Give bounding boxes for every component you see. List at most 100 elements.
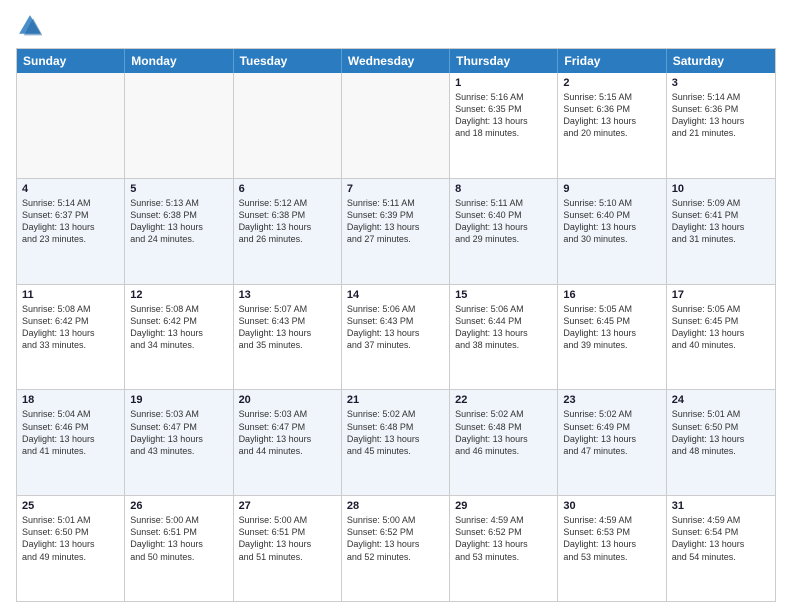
day-number: 26 xyxy=(130,500,227,512)
day-cell-20: 20 Sunrise: 5:03 AM Sunset: 6:47 PM Dayli… xyxy=(234,390,342,495)
cell-info: Sunrise: 5:02 AM Sunset: 6:48 PM Dayligh… xyxy=(455,408,552,457)
cell-info: Sunrise: 5:04 AM Sunset: 6:46 PM Dayligh… xyxy=(22,408,119,457)
calendar-row-2: 4Sunrise: 5:14 AM Sunset: 6:37 PM Daylig… xyxy=(17,179,775,285)
day-number: 3 xyxy=(672,77,770,89)
day-cell-1: 1 Sunrise: 5:16 AM Sunset: 6:35 PM Daylig… xyxy=(450,73,558,178)
cell-info: Sunrise: 5:11 AM Sunset: 6:40 PM Dayligh… xyxy=(455,197,552,246)
cell-info: Sunrise: 5:00 AM Sunset: 6:51 PM Dayligh… xyxy=(130,514,227,563)
empty-cell xyxy=(342,73,450,178)
day-cell-5: 5 Sunrise: 5:13 AM Sunset: 6:38 PM Daylig… xyxy=(125,179,233,284)
day-cell-29: 29 Sunrise: 4:59 AM Sunset: 6:52 PM Dayli… xyxy=(450,496,558,601)
cell-info: Sunrise: 5:03 AM Sunset: 6:47 PM Dayligh… xyxy=(130,408,227,457)
day-header-sunday: Sunday xyxy=(17,49,125,73)
cell-info: Sunrise: 5:02 AM Sunset: 6:48 PM Dayligh… xyxy=(347,408,444,457)
cell-info: Sunrise: 5:05 AM Sunset: 6:45 PM Dayligh… xyxy=(672,303,770,352)
day-number: 20 xyxy=(239,394,336,406)
day-cell-4: 4Sunrise: 5:14 AM Sunset: 6:37 PM Daylig… xyxy=(17,179,125,284)
day-number: 5 xyxy=(130,183,227,195)
day-cell-9: 9 Sunrise: 5:10 AM Sunset: 6:40 PM Daylig… xyxy=(558,179,666,284)
day-number: 7 xyxy=(347,183,444,195)
cell-info: Sunrise: 5:06 AM Sunset: 6:43 PM Dayligh… xyxy=(347,303,444,352)
day-number: 13 xyxy=(239,289,336,301)
cell-info: Sunrise: 5:06 AM Sunset: 6:44 PM Dayligh… xyxy=(455,303,552,352)
day-cell-6: 6Sunrise: 5:12 AM Sunset: 6:38 PM Daylig… xyxy=(234,179,342,284)
day-cell-11: 11 Sunrise: 5:08 AM Sunset: 6:42 PM Dayli… xyxy=(17,285,125,390)
day-number: 17 xyxy=(672,289,770,301)
cell-info: Sunrise: 4:59 AM Sunset: 6:54 PM Dayligh… xyxy=(672,514,770,563)
day-cell-26: 26 Sunrise: 5:00 AM Sunset: 6:51 PM Dayli… xyxy=(125,496,233,601)
day-header-wednesday: Wednesday xyxy=(342,49,450,73)
day-cell-3: 3 Sunrise: 5:14 AM Sunset: 6:36 PM Daylig… xyxy=(667,73,775,178)
cell-info: Sunrise: 5:15 AM Sunset: 6:36 PM Dayligh… xyxy=(563,91,660,140)
day-cell-22: 22 Sunrise: 5:02 AM Sunset: 6:48 PM Dayli… xyxy=(450,390,558,495)
day-cell-19: 19 Sunrise: 5:03 AM Sunset: 6:47 PM Dayli… xyxy=(125,390,233,495)
day-cell-23: 23Sunrise: 5:02 AM Sunset: 6:49 PM Dayli… xyxy=(558,390,666,495)
cell-info: Sunrise: 4:59 AM Sunset: 6:52 PM Dayligh… xyxy=(455,514,552,563)
day-cell-24: 24 Sunrise: 5:01 AM Sunset: 6:50 PM Dayli… xyxy=(667,390,775,495)
day-number: 14 xyxy=(347,289,444,301)
cell-info: Sunrise: 5:14 AM Sunset: 6:36 PM Dayligh… xyxy=(672,91,770,140)
day-cell-16: 16Sunrise: 5:05 AM Sunset: 6:45 PM Dayli… xyxy=(558,285,666,390)
calendar-row-4: 18 Sunrise: 5:04 AM Sunset: 6:46 PM Dayli… xyxy=(17,390,775,496)
day-cell-2: 2 Sunrise: 5:15 AM Sunset: 6:36 PM Daylig… xyxy=(558,73,666,178)
day-number: 31 xyxy=(672,500,770,512)
day-cell-8: 8 Sunrise: 5:11 AM Sunset: 6:40 PM Daylig… xyxy=(450,179,558,284)
cell-info: Sunrise: 5:02 AM Sunset: 6:49 PM Dayligh… xyxy=(563,408,660,457)
day-number: 29 xyxy=(455,500,552,512)
cell-info: Sunrise: 5:10 AM Sunset: 6:40 PM Dayligh… xyxy=(563,197,660,246)
cell-info: Sunrise: 5:08 AM Sunset: 6:42 PM Dayligh… xyxy=(130,303,227,352)
day-number: 10 xyxy=(672,183,770,195)
calendar-row-1: 1 Sunrise: 5:16 AM Sunset: 6:35 PM Daylig… xyxy=(17,73,775,179)
cell-info: Sunrise: 5:03 AM Sunset: 6:47 PM Dayligh… xyxy=(239,408,336,457)
day-cell-7: 7Sunrise: 5:11 AM Sunset: 6:39 PM Daylig… xyxy=(342,179,450,284)
cell-info: Sunrise: 5:01 AM Sunset: 6:50 PM Dayligh… xyxy=(672,408,770,457)
day-cell-18: 18 Sunrise: 5:04 AM Sunset: 6:46 PM Dayli… xyxy=(17,390,125,495)
day-cell-28: 28Sunrise: 5:00 AM Sunset: 6:52 PM Dayli… xyxy=(342,496,450,601)
day-cell-31: 31 Sunrise: 4:59 AM Sunset: 6:54 PM Dayli… xyxy=(667,496,775,601)
empty-cell xyxy=(125,73,233,178)
day-number: 6 xyxy=(239,183,336,195)
day-cell-21: 21 Sunrise: 5:02 AM Sunset: 6:48 PM Dayli… xyxy=(342,390,450,495)
calendar-header: SundayMondayTuesdayWednesdayThursdayFrid… xyxy=(17,49,775,73)
cell-info: Sunrise: 5:00 AM Sunset: 6:52 PM Dayligh… xyxy=(347,514,444,563)
cell-info: Sunrise: 5:07 AM Sunset: 6:43 PM Dayligh… xyxy=(239,303,336,352)
day-cell-13: 13 Sunrise: 5:07 AM Sunset: 6:43 PM Dayli… xyxy=(234,285,342,390)
logo-icon xyxy=(16,12,44,40)
day-cell-10: 10 Sunrise: 5:09 AM Sunset: 6:41 PM Dayli… xyxy=(667,179,775,284)
day-cell-30: 30Sunrise: 4:59 AM Sunset: 6:53 PM Dayli… xyxy=(558,496,666,601)
logo xyxy=(16,12,48,40)
empty-cell xyxy=(234,73,342,178)
page-header xyxy=(16,12,776,40)
day-number: 22 xyxy=(455,394,552,406)
day-number: 25 xyxy=(22,500,119,512)
day-number: 21 xyxy=(347,394,444,406)
day-number: 9 xyxy=(563,183,660,195)
cell-info: Sunrise: 5:08 AM Sunset: 6:42 PM Dayligh… xyxy=(22,303,119,352)
day-cell-25: 25 Sunrise: 5:01 AM Sunset: 6:50 PM Dayli… xyxy=(17,496,125,601)
day-number: 2 xyxy=(563,77,660,89)
empty-cell xyxy=(17,73,125,178)
day-header-thursday: Thursday xyxy=(450,49,558,73)
day-header-saturday: Saturday xyxy=(667,49,775,73)
day-number: 19 xyxy=(130,394,227,406)
day-number: 18 xyxy=(22,394,119,406)
day-header-friday: Friday xyxy=(558,49,666,73)
day-number: 1 xyxy=(455,77,552,89)
day-number: 27 xyxy=(239,500,336,512)
cell-info: Sunrise: 5:00 AM Sunset: 6:51 PM Dayligh… xyxy=(239,514,336,563)
day-number: 24 xyxy=(672,394,770,406)
cell-info: Sunrise: 5:01 AM Sunset: 6:50 PM Dayligh… xyxy=(22,514,119,563)
day-number: 4 xyxy=(22,183,119,195)
day-number: 11 xyxy=(22,289,119,301)
calendar-body: 1 Sunrise: 5:16 AM Sunset: 6:35 PM Daylig… xyxy=(17,73,775,601)
day-number: 8 xyxy=(455,183,552,195)
calendar: SundayMondayTuesdayWednesdayThursdayFrid… xyxy=(16,48,776,602)
day-number: 12 xyxy=(130,289,227,301)
day-cell-14: 14 Sunrise: 5:06 AM Sunset: 6:43 PM Dayli… xyxy=(342,285,450,390)
day-number: 16 xyxy=(563,289,660,301)
cell-info: Sunrise: 5:09 AM Sunset: 6:41 PM Dayligh… xyxy=(672,197,770,246)
cell-info: Sunrise: 5:16 AM Sunset: 6:35 PM Dayligh… xyxy=(455,91,552,140)
cell-info: Sunrise: 5:13 AM Sunset: 6:38 PM Dayligh… xyxy=(130,197,227,246)
day-number: 30 xyxy=(563,500,660,512)
day-header-tuesday: Tuesday xyxy=(234,49,342,73)
